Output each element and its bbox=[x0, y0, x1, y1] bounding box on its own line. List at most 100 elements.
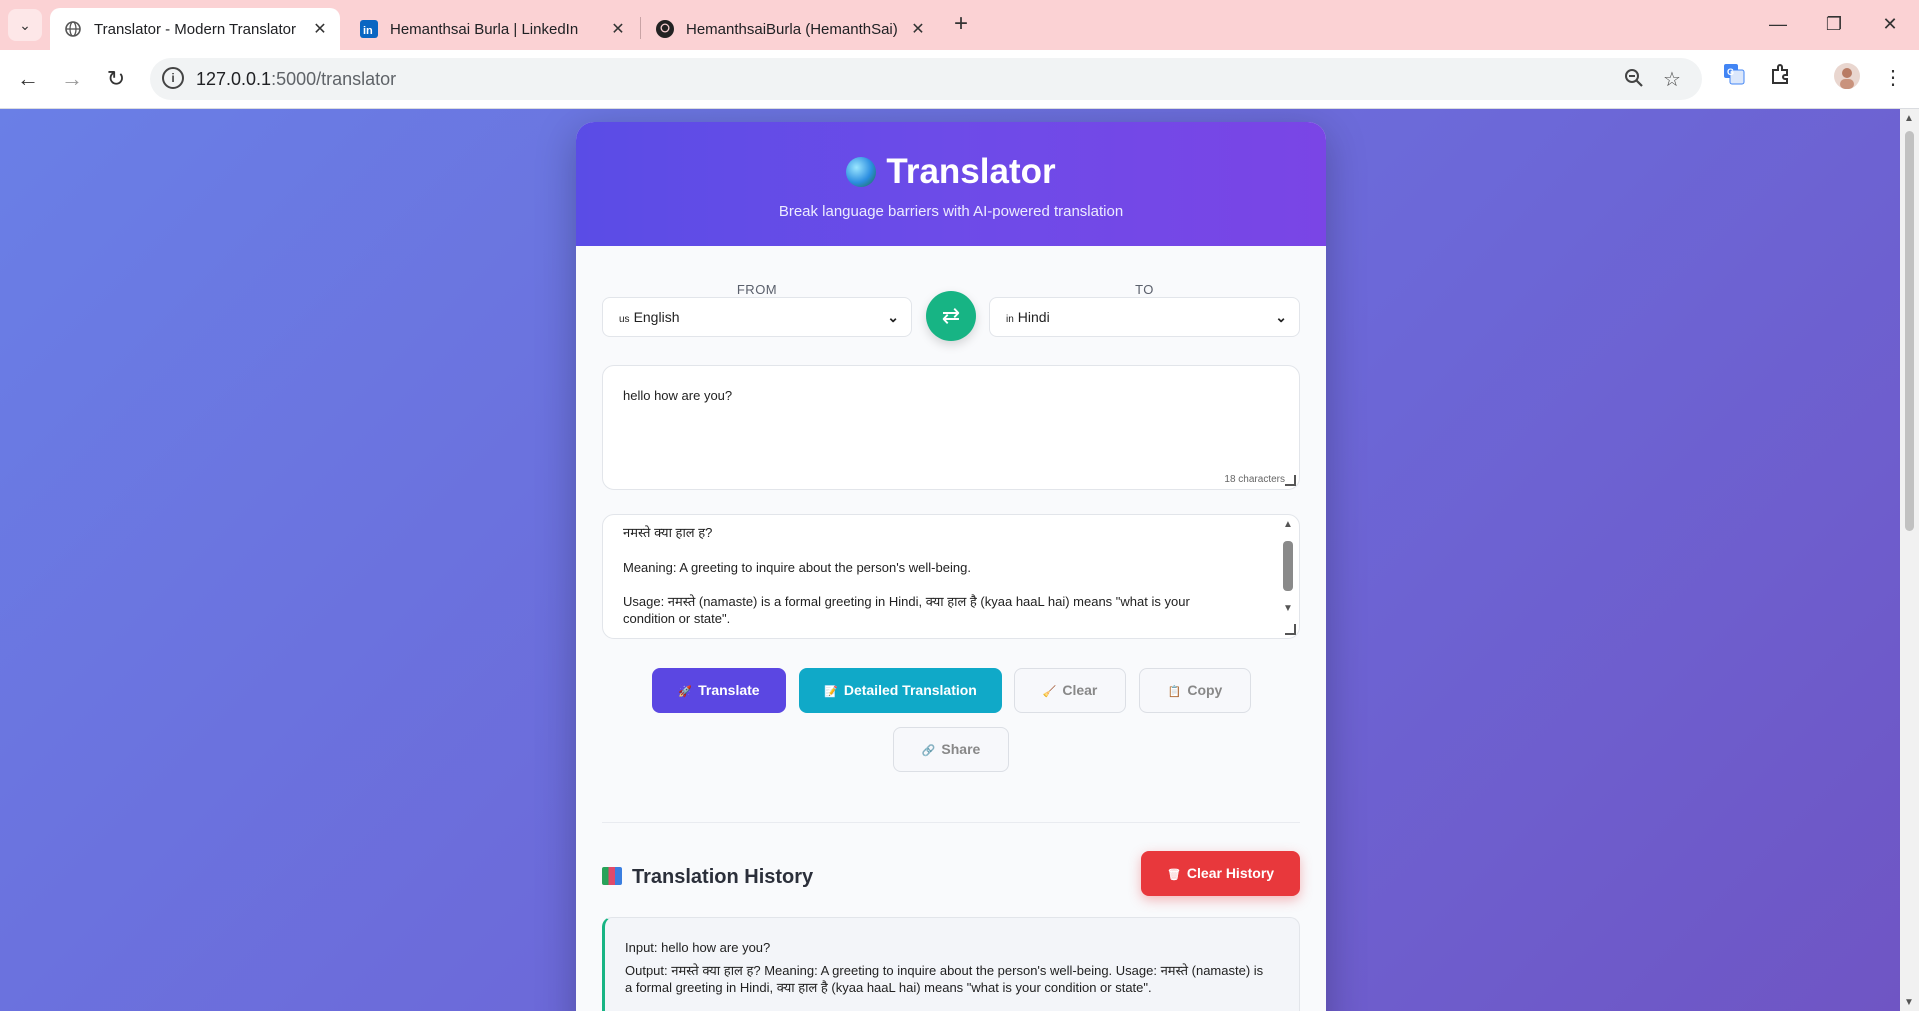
detailed-translation-label: Detailed Translation bbox=[843, 682, 977, 698]
clear-label: Clear bbox=[1062, 682, 1098, 698]
resize-handle-icon[interactable] bbox=[1285, 624, 1296, 635]
globe-icon bbox=[846, 157, 877, 187]
zoom-icon[interactable] bbox=[1622, 68, 1646, 92]
scroll-down-icon[interactable]: ▼ bbox=[1904, 997, 1914, 1008]
chevron-down-icon: ⌄ bbox=[19, 16, 31, 33]
translation-output[interactable]: नमस्ते क्या हाल ह? Meaning: A greeting t… bbox=[602, 514, 1300, 639]
swap-arrows-icon: ⇄ bbox=[941, 303, 961, 328]
arrow-left-icon: ← bbox=[17, 66, 39, 91]
tab-linkedin[interactable]: in Hemanthsai Burla | LinkedIn ✕ bbox=[346, 8, 638, 50]
broom-icon: 🧹 bbox=[1042, 686, 1057, 698]
close-window-button[interactable]: ✕ bbox=[1870, 10, 1910, 38]
output-scrollbar[interactable]: ▲ ▼ bbox=[1281, 519, 1295, 619]
to-language-select[interactable]: in Hindi ⌄ bbox=[989, 297, 1300, 337]
tab-title: HemanthsaiBurla (HemanthSai) bbox=[686, 20, 898, 38]
tab-strip: ⌄ Translator - Modern Translator ✕ in He… bbox=[0, 0, 1919, 50]
clipboard-icon: 📋 bbox=[1167, 686, 1182, 698]
clear-button[interactable]: 🧹 Clear bbox=[1014, 668, 1126, 713]
url-text[interactable]: 127.0.0.1:5000/translator bbox=[196, 69, 396, 90]
share-button[interactable]: 🔗 Share bbox=[893, 727, 1009, 772]
linkedin-icon: in bbox=[360, 20, 378, 38]
scrollbar-thumb[interactable] bbox=[1283, 541, 1293, 591]
url-host: 127.0.0.1 bbox=[196, 69, 272, 89]
globe-icon bbox=[64, 20, 82, 38]
chevron-down-icon: ⌄ bbox=[1275, 309, 1287, 325]
profile-avatar[interactable] bbox=[1832, 63, 1862, 93]
chevron-down-icon: ⌄ bbox=[887, 309, 899, 325]
from-language-value: English bbox=[633, 309, 680, 325]
back-button[interactable]: ← bbox=[12, 63, 44, 95]
to-label: TO bbox=[1135, 282, 1154, 297]
arrow-right-icon: → bbox=[61, 66, 83, 91]
close-tab-icon[interactable]: ✕ bbox=[606, 19, 630, 39]
clear-history-button[interactable]: 🗑 Clear History bbox=[1141, 851, 1300, 896]
close-tab-icon[interactable]: ✕ bbox=[308, 19, 332, 39]
site-info-icon[interactable]: i bbox=[162, 67, 184, 89]
source-text-value: hello how are you? bbox=[623, 388, 733, 403]
section-divider bbox=[602, 822, 1300, 823]
page-scrollbar[interactable]: ▲ ▼ bbox=[1900, 109, 1919, 1011]
reload-icon: ↻ bbox=[106, 66, 126, 91]
clear-history-label: Clear History bbox=[1186, 865, 1275, 881]
history-title: Translation History bbox=[632, 866, 814, 888]
tab-translator[interactable]: Translator - Modern Translator ✕ bbox=[50, 8, 340, 50]
svg-text:G: G bbox=[1727, 67, 1734, 77]
translator-card: Translator Break language barriers with … bbox=[576, 122, 1326, 1011]
restore-button[interactable]: ❐ bbox=[1814, 10, 1854, 38]
books-icon bbox=[602, 867, 622, 885]
from-label: FROM bbox=[736, 282, 778, 297]
new-tab-button[interactable]: + bbox=[948, 12, 974, 38]
address-bar[interactable]: i 127.0.0.1:5000/translator ☆ bbox=[150, 58, 1702, 100]
translate-label: Translate bbox=[698, 682, 760, 698]
history-item-input: Input: hello how are you? bbox=[625, 940, 771, 955]
scroll-up-icon[interactable]: ▲ bbox=[1904, 113, 1914, 124]
copy-label: Copy bbox=[1187, 682, 1223, 698]
forward-button[interactable]: → bbox=[56, 63, 88, 95]
resize-handle-icon[interactable] bbox=[1285, 475, 1296, 486]
bookmark-star-icon[interactable]: ☆ bbox=[1660, 68, 1684, 92]
tab-search-button[interactable]: ⌄ bbox=[8, 9, 42, 41]
trash-icon: 🗑 bbox=[1166, 869, 1181, 881]
source-text-input[interactable]: hello how are you? 18 characters bbox=[602, 365, 1300, 490]
output-meaning: Meaning: A greeting to inquire about the… bbox=[623, 560, 971, 575]
github-icon bbox=[656, 20, 674, 38]
share-label: Share bbox=[941, 741, 981, 757]
app-title-row: Translator bbox=[576, 152, 1326, 192]
page-viewport: Translator Break language barriers with … bbox=[0, 109, 1900, 1011]
reload-button[interactable]: ↻ bbox=[100, 63, 132, 95]
output-translation: नमस्ते क्या हाल ह? bbox=[623, 525, 713, 540]
us-flag-icon: us bbox=[619, 314, 630, 325]
history-item[interactable]: Input: hello how are you? Output: नमस्ते… bbox=[602, 917, 1300, 1011]
document-icon: 📝 bbox=[824, 686, 838, 698]
rocket-icon: 🚀 bbox=[678, 686, 693, 698]
page-scrollbar-thumb[interactable] bbox=[1905, 131, 1914, 531]
character-count: 18 characters bbox=[1224, 474, 1285, 485]
copy-button[interactable]: 📋 Copy bbox=[1139, 668, 1251, 713]
app-title: Translator bbox=[886, 152, 1056, 191]
detailed-translation-button[interactable]: 📝 Detailed Translation bbox=[799, 668, 1002, 713]
minimize-button[interactable]: — bbox=[1758, 10, 1798, 38]
app-header: Translator Break language barriers with … bbox=[576, 122, 1326, 246]
svg-text:in: in bbox=[363, 25, 373, 37]
history-item-output: Output: नमस्ते क्या हाल ह? Meaning: A gr… bbox=[625, 963, 1264, 995]
tab-title: Hemanthsai Burla | LinkedIn bbox=[390, 20, 579, 38]
in-flag-icon: in bbox=[1006, 314, 1014, 325]
close-tab-icon[interactable]: ✕ bbox=[906, 19, 930, 39]
tab-divider bbox=[640, 17, 641, 39]
history-title-row: Translation History bbox=[602, 866, 813, 889]
scroll-up-icon[interactable]: ▲ bbox=[1283, 519, 1293, 530]
extensions-icon[interactable] bbox=[1766, 63, 1796, 93]
output-usage: Usage: नमस्ते (namaste) is a formal gree… bbox=[623, 594, 1190, 626]
translate-button[interactable]: 🚀 Translate bbox=[652, 668, 786, 713]
more-menu-icon[interactable]: ⋮ bbox=[1878, 63, 1908, 93]
swap-languages-button[interactable]: ⇄ bbox=[926, 291, 976, 341]
url-path: :5000/translator bbox=[271, 69, 397, 89]
tab-title: Translator - Modern Translator bbox=[94, 20, 297, 38]
browser-toolbar: ← → ↻ i 127.0.0.1:5000/translator ☆ G ⋮ bbox=[0, 50, 1919, 109]
google-translate-icon[interactable]: G bbox=[1719, 63, 1749, 93]
to-language-value: Hindi bbox=[1017, 309, 1050, 325]
link-icon: 🔗 bbox=[921, 745, 936, 757]
scroll-down-icon[interactable]: ▼ bbox=[1283, 603, 1293, 614]
tab-github[interactable]: HemanthsaiBurla (HemanthSai) ✕ bbox=[642, 8, 938, 50]
from-language-select[interactable]: us English ⌄ bbox=[602, 297, 912, 337]
